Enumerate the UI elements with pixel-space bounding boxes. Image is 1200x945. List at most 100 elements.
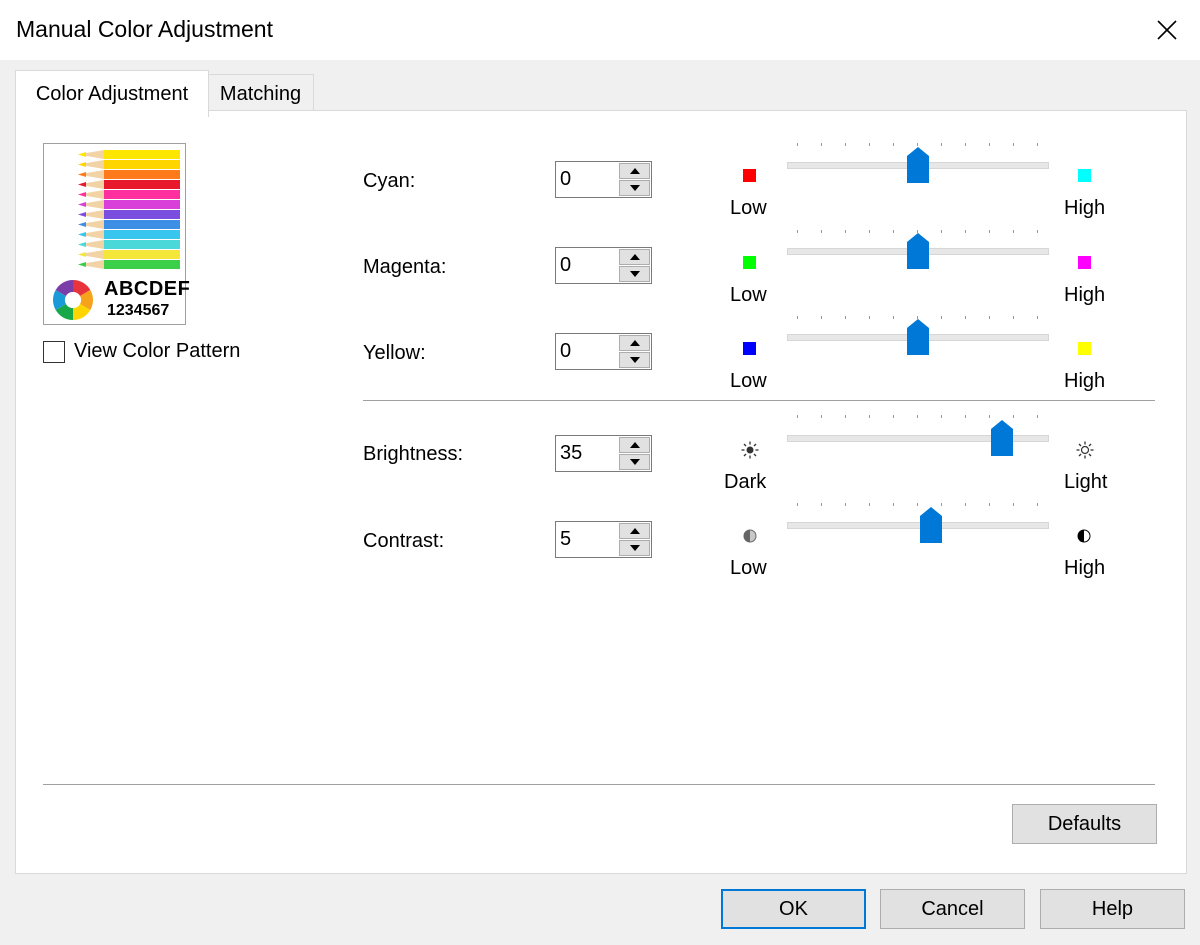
brightness-down-button[interactable] bbox=[619, 454, 650, 470]
preview-letters: ABCDEF bbox=[104, 278, 191, 300]
arrow-up-icon bbox=[629, 528, 640, 534]
view-color-pattern-checkbox[interactable]: View Color Pattern bbox=[43, 340, 240, 363]
slider-tick bbox=[965, 415, 966, 418]
yellow-slider-thumb[interactable] bbox=[906, 318, 930, 356]
contrast-high-icon bbox=[1077, 529, 1091, 543]
arrow-up-icon bbox=[629, 168, 640, 174]
yellow-high-label: High bbox=[1064, 370, 1106, 392]
arrow-up-icon bbox=[629, 254, 640, 260]
cyan-swatch-icon bbox=[1078, 169, 1091, 182]
arrow-down-icon bbox=[629, 271, 640, 277]
slider-tick bbox=[821, 503, 822, 506]
contrast-high-label: High bbox=[1064, 557, 1106, 579]
cyan-spinner bbox=[555, 161, 652, 198]
brightness-slider-thumb[interactable] bbox=[990, 419, 1014, 457]
brightness-label: Brightness: bbox=[363, 443, 464, 465]
magenta-up-button[interactable] bbox=[619, 249, 650, 265]
contrast-spinner bbox=[555, 521, 652, 558]
contrast-low-label: Low bbox=[730, 557, 767, 579]
slider-tick bbox=[965, 230, 966, 233]
dialog-title: Manual Color Adjustment bbox=[16, 16, 273, 42]
view-color-pattern-label: View Color Pattern bbox=[74, 340, 241, 362]
slider-tick bbox=[797, 143, 798, 146]
contrast-input[interactable] bbox=[556, 522, 618, 557]
slider-tick bbox=[1013, 415, 1014, 418]
magenta-high-label: High bbox=[1064, 284, 1106, 306]
slider-tick bbox=[989, 230, 990, 233]
cyan-label: Cyan: bbox=[363, 170, 416, 192]
slider-tick bbox=[989, 415, 990, 418]
magenta-label: Magenta: bbox=[363, 256, 447, 278]
tab-color-adjustment[interactable]: Color Adjustment bbox=[15, 70, 209, 117]
ok-button[interactable]: OK bbox=[721, 889, 866, 929]
slider-tick bbox=[965, 143, 966, 146]
slider-tick bbox=[917, 415, 918, 418]
slider-tick bbox=[1037, 316, 1038, 319]
brightness-up-button[interactable] bbox=[619, 437, 650, 453]
contrast-label: Contrast: bbox=[363, 530, 445, 552]
yellow-spinner bbox=[555, 333, 652, 370]
slider-tick bbox=[893, 230, 894, 233]
slider-tick bbox=[869, 415, 870, 418]
contrast-up-button[interactable] bbox=[619, 523, 650, 539]
arrow-down-icon bbox=[629, 459, 640, 465]
slider-tick bbox=[797, 415, 798, 418]
slider-tick bbox=[965, 503, 966, 506]
sun-dark-icon bbox=[741, 441, 759, 459]
tab-matching[interactable]: Matching bbox=[207, 74, 314, 113]
slider-tick bbox=[917, 503, 918, 506]
cyan-high-label: High bbox=[1064, 197, 1106, 219]
magenta-slider-thumb[interactable] bbox=[906, 232, 930, 270]
slider-tick bbox=[821, 415, 822, 418]
slider-tick bbox=[1037, 230, 1038, 233]
contrast-down-button[interactable] bbox=[619, 540, 650, 556]
yellow-input[interactable] bbox=[556, 334, 618, 369]
cyan-input[interactable] bbox=[556, 162, 618, 197]
slider-tick bbox=[845, 230, 846, 233]
slider-tick bbox=[845, 316, 846, 319]
cyan-up-button[interactable] bbox=[619, 163, 650, 179]
slider-tick bbox=[1037, 415, 1038, 418]
tab-panel bbox=[15, 110, 1187, 874]
title-bar: Manual Color Adjustment bbox=[0, 0, 1200, 60]
brightness-input[interactable] bbox=[556, 436, 618, 471]
magenta-low-label: Low bbox=[730, 284, 767, 306]
slider-tick bbox=[965, 316, 966, 319]
slider-tick bbox=[845, 415, 846, 418]
cyan-low-label: Low bbox=[730, 197, 767, 219]
slider-tick bbox=[845, 143, 846, 146]
slider-tick bbox=[797, 230, 798, 233]
slider-tick bbox=[821, 230, 822, 233]
arrow-down-icon bbox=[629, 185, 640, 191]
slider-tick bbox=[1037, 503, 1038, 506]
view-color-pattern-box[interactable] bbox=[43, 340, 65, 363]
arrow-down-icon bbox=[629, 545, 640, 551]
slider-tick bbox=[893, 143, 894, 146]
slider-tick bbox=[869, 230, 870, 233]
slider-tick bbox=[941, 230, 942, 233]
brightness-low-label: Dark bbox=[724, 471, 767, 493]
sun-light-icon bbox=[1076, 441, 1094, 459]
magenta-input[interactable] bbox=[556, 248, 618, 283]
magenta-spinner bbox=[555, 247, 652, 284]
yellow-label: Yellow: bbox=[363, 342, 426, 364]
contrast-slider[interactable] bbox=[787, 522, 1049, 529]
cyan-down-button[interactable] bbox=[619, 180, 650, 196]
bottom-separator bbox=[43, 784, 1155, 785]
slider-tick bbox=[893, 503, 894, 506]
cancel-button[interactable]: Cancel bbox=[880, 889, 1025, 929]
magenta-down-button[interactable] bbox=[619, 266, 650, 282]
slider-tick bbox=[797, 503, 798, 506]
defaults-button[interactable]: Defaults bbox=[1012, 804, 1157, 844]
cyan-slider-thumb[interactable] bbox=[906, 146, 930, 184]
slider-tick bbox=[941, 143, 942, 146]
close-button[interactable] bbox=[1134, 0, 1200, 60]
yellow-up-button[interactable] bbox=[619, 335, 650, 351]
yellow-swatch-icon bbox=[1078, 342, 1091, 355]
help-button[interactable]: Help bbox=[1040, 889, 1185, 929]
contrast-slider-thumb[interactable] bbox=[919, 506, 943, 544]
yellow-down-button[interactable] bbox=[619, 352, 650, 368]
green-swatch-icon bbox=[743, 256, 756, 269]
yellow-low-label: Low bbox=[730, 370, 767, 392]
color-preview-image: ABCDEF 1234567 bbox=[43, 143, 190, 325]
